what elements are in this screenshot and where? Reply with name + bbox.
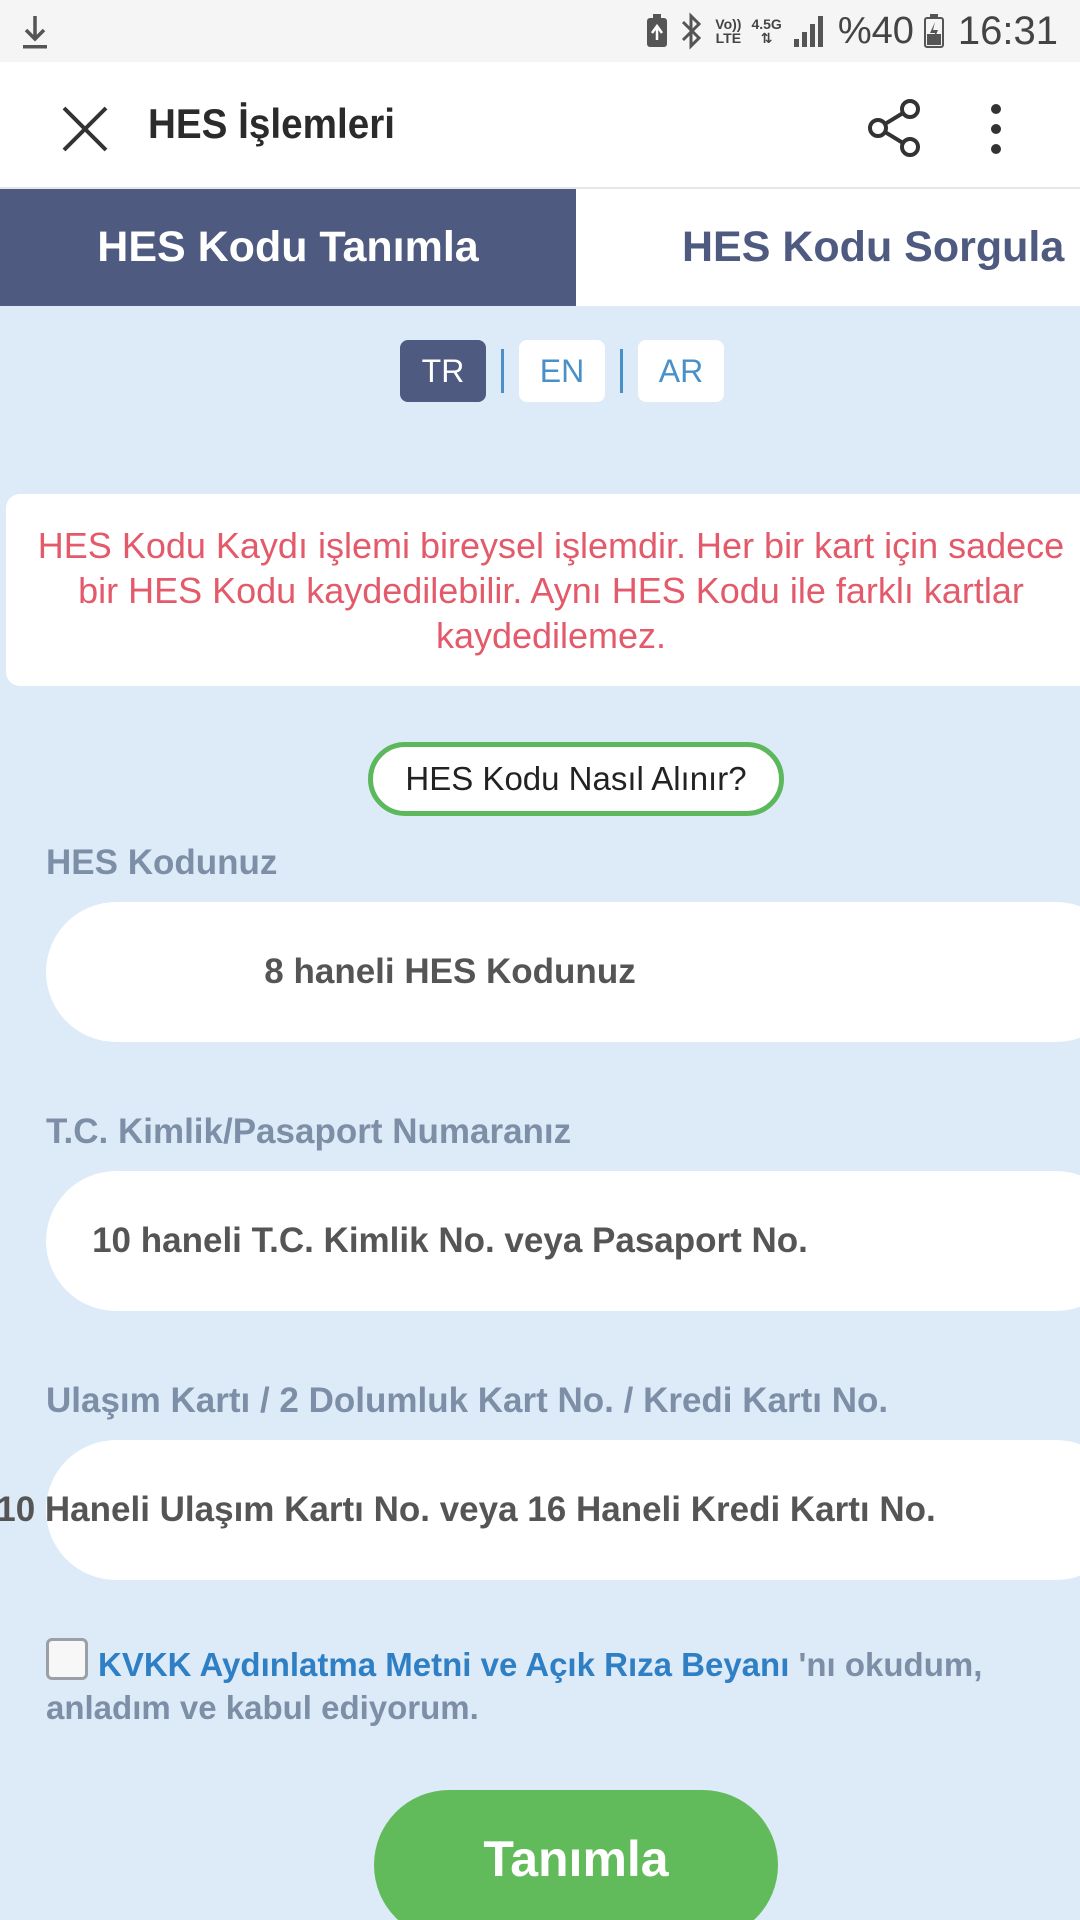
hes-code-input[interactable]: 8 haneli HES Kodunuz xyxy=(46,902,1080,1042)
consent-checkbox[interactable] xyxy=(46,1638,88,1680)
lang-en-button[interactable]: EN xyxy=(519,340,605,402)
download-icon xyxy=(23,16,47,49)
info-card: HES Kodu Kaydı işlemi bireysel işlemdir.… xyxy=(6,494,1080,686)
submit-button[interactable]: Tanımla xyxy=(374,1790,778,1920)
kvkk-link[interactable]: KVKK Aydınlatma Metni ve Açık Rıza Beyan… xyxy=(98,1646,789,1683)
bluetooth-icon xyxy=(682,12,702,50)
consent-row: KVKK Aydınlatma Metni ve Açık Rıza Beyan… xyxy=(46,1638,1046,1729)
card-number-placeholder: 10 Haneli Ulaşım Kartı No. veya 16 Hanel… xyxy=(0,1490,936,1529)
share-icon[interactable] xyxy=(866,98,922,158)
status-icons: Vo)) LTE 4.5G ⇅ %40 16:31 xyxy=(645,0,1058,62)
app-bar: HES İşlemleri xyxy=(0,62,1080,189)
more-vertical-icon[interactable] xyxy=(982,102,1010,156)
tab-hes-kodu-sorgula[interactable]: HES Kodu Sorgula xyxy=(576,189,1080,306)
identity-input[interactable]: 10 haneli T.C. Kimlik No. veya Pasaport … xyxy=(46,1171,1080,1311)
battery-saver-icon xyxy=(647,14,668,47)
close-icon[interactable] xyxy=(58,102,112,156)
lang-tr-button[interactable]: TR xyxy=(400,340,486,402)
hes-code-placeholder: 8 haneli HES Kodunuz xyxy=(264,952,636,991)
battery-icon xyxy=(923,14,944,48)
tab-hes-kodu-tanimla[interactable]: HES Kodu Tanımla xyxy=(0,189,576,306)
how-to-get-hes-button[interactable]: HES Kodu Nasıl Alınır? xyxy=(368,742,784,816)
language-selector: TR EN AR xyxy=(400,340,724,402)
tab-bar: HES Kodu Tanımla HES Kodu Sorgula xyxy=(0,189,1080,306)
identity-placeholder: 10 haneli T.C. Kimlik No. veya Pasaport … xyxy=(92,1221,808,1260)
status-bar: Vo)) LTE 4.5G ⇅ %40 16:31 xyxy=(0,0,1080,62)
signal-icon xyxy=(793,16,823,47)
lang-ar-button[interactable]: AR xyxy=(638,340,724,402)
identity-label: T.C. Kimlik/Pasaport Numaranız xyxy=(46,1112,572,1151)
hes-code-label: HES Kodunuz xyxy=(46,843,278,882)
page-title: HES İşlemleri xyxy=(148,100,395,147)
lang-divider xyxy=(620,349,623,393)
data-type: 4.5G ⇅ xyxy=(751,16,782,46)
card-label: Ulaşım Kartı / 2 Dolumluk Kart No. / Kre… xyxy=(46,1381,889,1420)
network-type: Vo)) LTE xyxy=(715,16,742,46)
lang-divider xyxy=(501,349,504,393)
info-message: HES Kodu Kaydı işlemi bireysel işlemdir.… xyxy=(37,524,1065,656)
battery-percent: %40 xyxy=(837,9,914,52)
card-number-input[interactable]: 10 Haneli Ulaşım Kartı No. veya 16 Hanel… xyxy=(0,1440,1080,1580)
clock: 16:31 xyxy=(957,8,1058,53)
